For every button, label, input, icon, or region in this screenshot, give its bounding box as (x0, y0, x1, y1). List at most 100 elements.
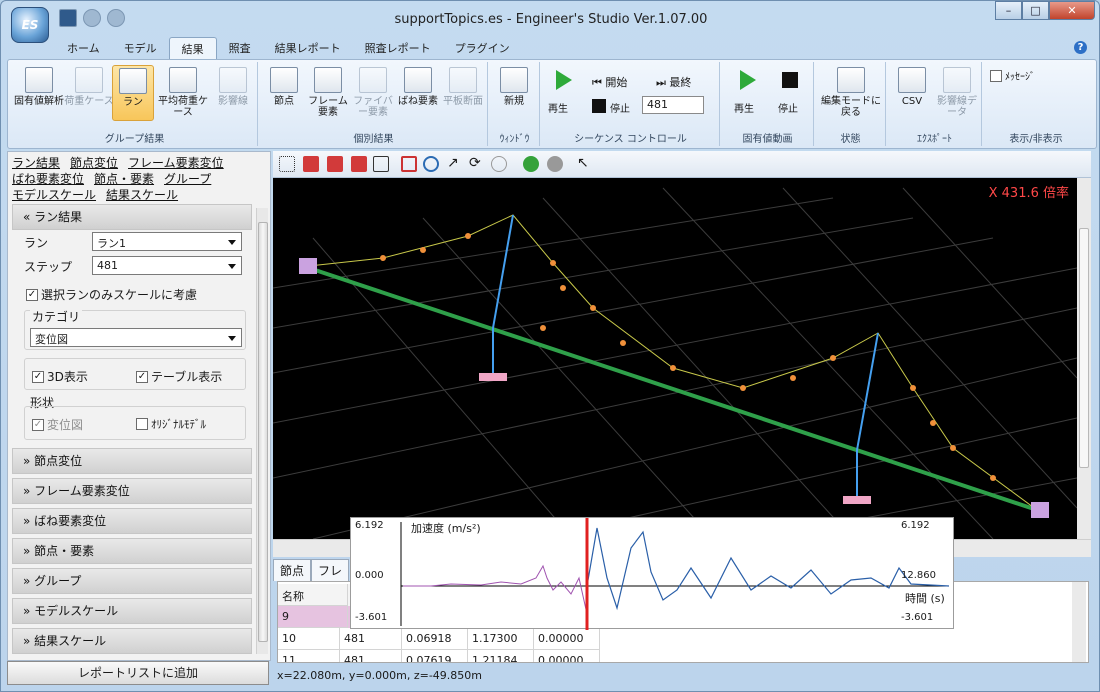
plate-section-button[interactable]: 平板断面 (440, 65, 486, 121)
back-icon[interactable] (523, 156, 539, 172)
spring-element-button[interactable]: ばね要素 (396, 65, 440, 121)
run-button[interactable]: ラン (112, 65, 154, 121)
group-label: シーケンス コントロール (574, 134, 687, 145)
add-report-button[interactable]: レポートリストに追加 (7, 661, 269, 685)
scale-checkbox[interactable]: ✓ 選択ランのみスケールに考慮 (26, 286, 197, 303)
section-group[interactable]: » グループ (12, 568, 252, 594)
pan-icon[interactable]: ↗ (447, 156, 463, 172)
group-label: 固有値動画 (742, 134, 793, 145)
influence-line-button[interactable]: 影響線 (210, 65, 256, 121)
step-input[interactable]: 481 (92, 256, 242, 275)
new-window-icon (500, 67, 528, 93)
view-iso-icon[interactable] (303, 156, 319, 172)
message-checkbox[interactable]: ﾒｯｾｰｼﾞ (990, 68, 1035, 83)
group-sequence: 再生 ⏮ 開始 停止 ⏭ 最終 481 シーケンス コントロール (542, 62, 720, 146)
close-button[interactable]: ✕ (1049, 1, 1095, 20)
tab-model[interactable]: モデル (112, 37, 169, 59)
view-side-icon[interactable] (351, 156, 367, 172)
app-logo[interactable]: ES (11, 7, 49, 43)
view-toolbar: ↗ ⟳ ↖ (273, 151, 1091, 178)
link-node-element[interactable]: 節点・要素 (94, 172, 154, 186)
link-run-result[interactable]: ラン結果 (12, 156, 60, 170)
node-icon (270, 67, 298, 93)
link-model-scale[interactable]: モデルスケール (12, 188, 96, 202)
3d-display-checkbox[interactable]: ✓ 3D表示 (32, 368, 88, 385)
tab-home[interactable]: ホーム (55, 37, 112, 59)
play-icon[interactable] (556, 70, 572, 90)
fit-icon[interactable] (279, 156, 295, 172)
tab-check[interactable]: 照査 (217, 37, 263, 59)
zoom-out-icon[interactable] (423, 156, 439, 172)
select-icon[interactable]: ↖ (577, 156, 593, 172)
node-button[interactable]: 節点 (262, 65, 306, 121)
section-frame-disp[interactable]: » フレーム要素変位 (12, 478, 252, 504)
eigen-stop-icon[interactable] (782, 72, 798, 88)
ribbon-tabs: ホーム モデル 結果 照査 結果レポート 照査レポート プラグイン (55, 37, 522, 59)
table-scrollbar[interactable] (1072, 582, 1086, 662)
section-model-scale[interactable]: » モデルスケール (12, 598, 252, 624)
table-display-checkbox[interactable]: ✓ テーブル表示 (136, 368, 222, 385)
start-button[interactable]: ⏮ 開始 (592, 74, 627, 90)
help-icon[interactable]: ? (1074, 41, 1087, 54)
tab-node[interactable]: 節点 (273, 559, 312, 581)
rotate-icon[interactable]: ⟳ (469, 156, 485, 172)
eigen-play-label: 再生 (734, 104, 754, 115)
eigen-stop-label: 停止 (778, 104, 798, 115)
section-result-scale[interactable]: » 結果スケール (12, 628, 252, 654)
support-left (479, 373, 507, 381)
maximize-button[interactable]: □ (1022, 1, 1049, 20)
new-window-button[interactable]: 新規 (492, 65, 536, 121)
minimize-button[interactable]: – (995, 1, 1022, 20)
forward-icon[interactable] (547, 156, 563, 172)
link-result-scale[interactable]: 結果スケール (106, 188, 178, 202)
influence-data-button[interactable]: 影響線データ (934, 65, 980, 121)
load-case-button[interactable]: 荷重ケース (64, 65, 114, 121)
table-row[interactable]: 11 481 0.07619 1.21184 0.00000 (278, 650, 608, 662)
viewport-vscroll[interactable] (1077, 178, 1091, 539)
table-row[interactable]: 10 481 0.06918 1.17300 0.00000 (278, 628, 608, 650)
category-select[interactable]: 変位図 (30, 328, 242, 347)
link-node-disp[interactable]: 節点変位 (70, 156, 118, 170)
eigen-analysis-button[interactable]: 固有値解析 (14, 65, 64, 121)
ground-grid (273, 187, 1077, 539)
tab-frame[interactable]: フレ (311, 559, 350, 581)
zoom-box-icon[interactable] (401, 156, 417, 172)
link-group[interactable]: グループ (164, 172, 211, 186)
eigen-play-icon[interactable] (740, 70, 756, 90)
deformed-checkbox[interactable]: ✓ 変位図 (32, 416, 83, 433)
run-select[interactable]: ラン1 (92, 232, 242, 251)
view-wire-icon[interactable] (373, 156, 389, 172)
target-icon[interactable] (491, 156, 507, 172)
frame-element-button[interactable]: フレーム要素 (306, 65, 350, 121)
left-scrollbar[interactable] (256, 208, 268, 654)
section-run-result[interactable]: « ラン結果 (12, 204, 252, 230)
tab-results[interactable]: 結果 (168, 37, 217, 59)
tower-left (492, 214, 514, 329)
fiber-element-button[interactable]: ファイバー要素 (350, 65, 396, 121)
window-controls: – □ ✕ (995, 1, 1095, 20)
view-front-icon[interactable] (327, 156, 343, 172)
link-frame-disp[interactable]: フレーム要素変位 (128, 156, 224, 170)
tab-check-report[interactable]: 照査レポート (353, 37, 443, 59)
average-load-case-button[interactable]: 平均荷重ケース (156, 65, 210, 121)
end-button[interactable]: ⏭ 最終 (656, 74, 691, 90)
stop-icon[interactable] (592, 99, 606, 113)
play-label: 再生 (548, 104, 568, 115)
section-node-disp[interactable]: » 節点変位 (12, 448, 252, 474)
eigen-icon (25, 67, 53, 93)
influence-icon (219, 67, 247, 93)
group-label: 表示/非表示 (1009, 134, 1063, 145)
back-to-edit-button[interactable]: 編集モードに戻る (820, 65, 882, 121)
support-right (843, 496, 871, 504)
section-spring-disp[interactable]: » ばね要素変位 (12, 508, 252, 534)
tab-result-report[interactable]: 結果レポート (263, 37, 353, 59)
plate-icon (449, 67, 477, 93)
tab-plugin[interactable]: プラグイン (443, 37, 522, 59)
3d-viewport[interactable]: X 431.6 倍率 (273, 178, 1077, 539)
graph-xlabel: 時間 (s) (905, 592, 945, 605)
csv-button[interactable]: CSV (890, 65, 934, 121)
link-spring-disp[interactable]: ばね要素変位 (12, 172, 84, 186)
step-spinner[interactable]: 481 (642, 96, 704, 114)
section-node-element[interactable]: » 節点・要素 (12, 538, 252, 564)
original-model-checkbox[interactable]: ｵﾘｼﾞﾅﾙﾓﾃﾞﾙ (136, 416, 206, 432)
